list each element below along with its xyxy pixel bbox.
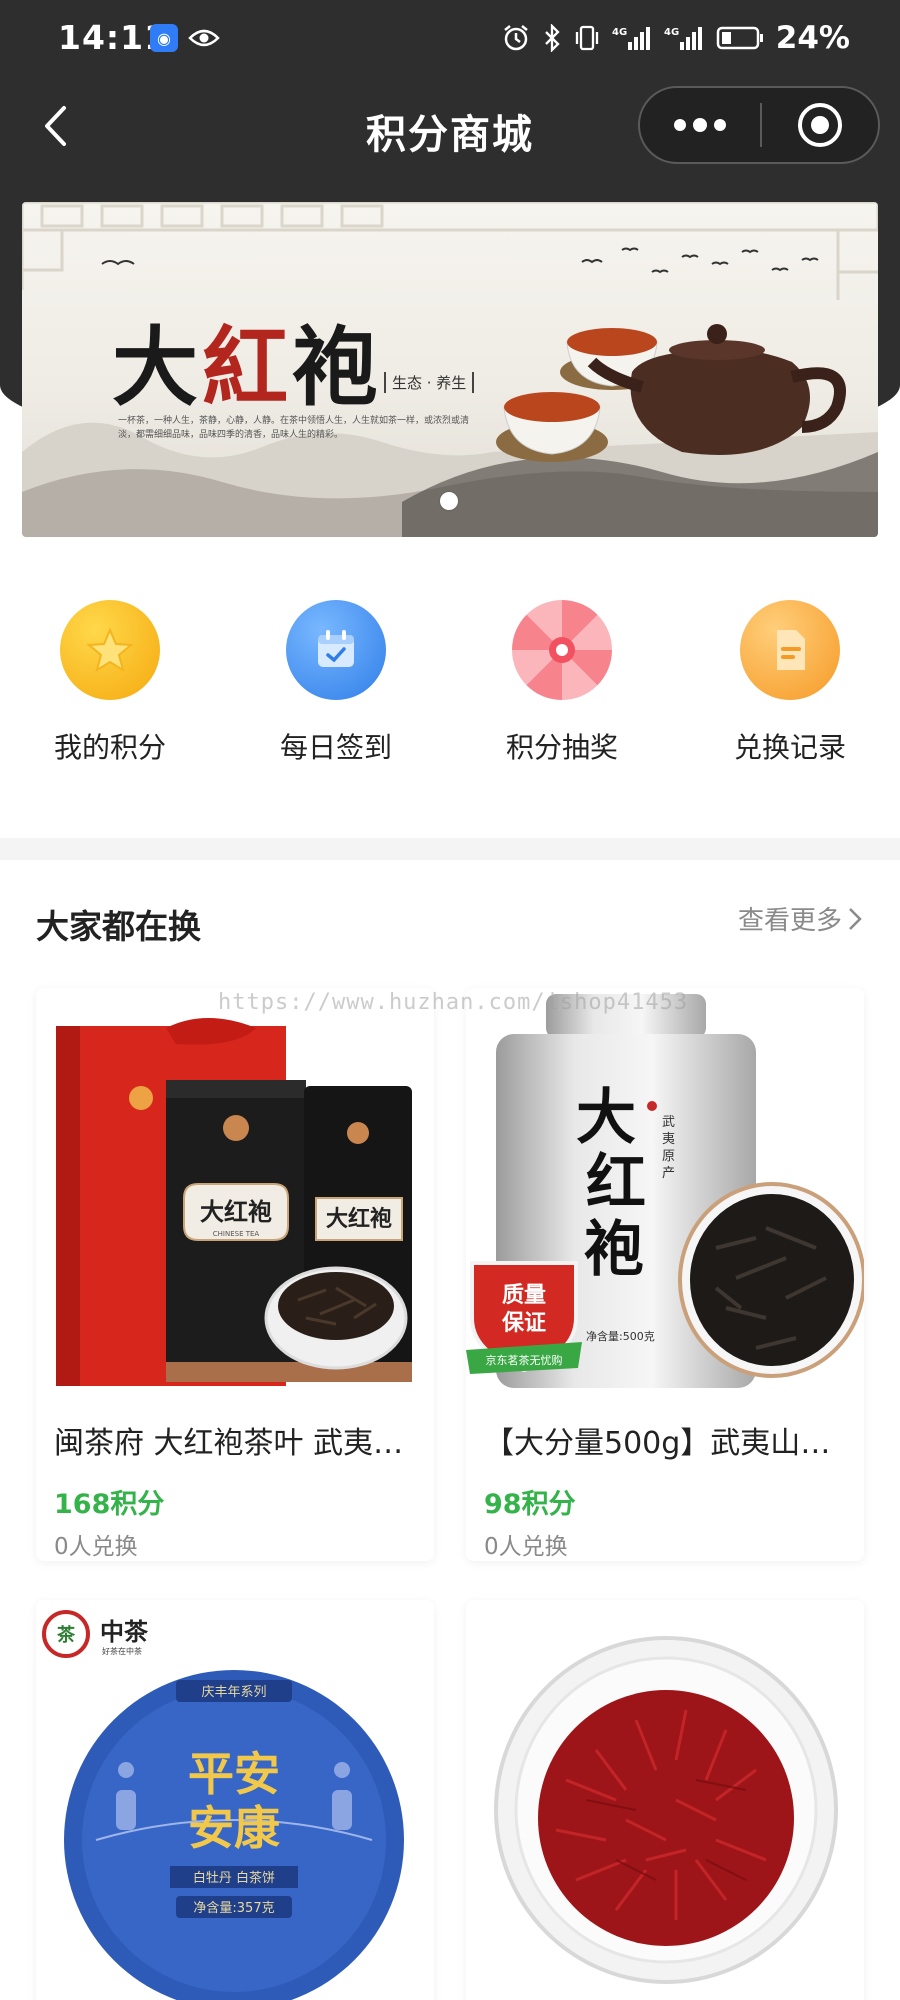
- cake-net-weight: 净含量:357克: [193, 1900, 274, 1916]
- product-points: 98积分: [484, 1489, 576, 1520]
- saffron-in-glass-bowl-image: [494, 1636, 838, 1984]
- exchange-records-button[interactable]: 兑换记录: [690, 600, 890, 766]
- status-left-icons: ◉: [150, 24, 220, 52]
- svg-text:产: 产: [662, 1166, 675, 1181]
- signal-4g-2-icon: 4G: [664, 27, 702, 50]
- product-card[interactable]: 茶 中茶 好茶在中茶 庆丰年系列 平安 安康 白牡丹 白茶饼 净含量:357克: [36, 1600, 434, 2000]
- star-icon: [60, 600, 160, 700]
- points-lottery-button[interactable]: 积分抽奖: [462, 600, 662, 766]
- cake-title-line2: 安康: [188, 1801, 280, 1855]
- product-card[interactable]: 大红袍 CHINESE TEA 大红袍 闽茶府 大红袍茶叶 武夷山岩茶 168积…: [36, 988, 434, 1561]
- tin-label: 大红袍: [200, 1197, 272, 1226]
- battery-icon: [716, 26, 763, 50]
- banner-title-char-3: 袍: [292, 317, 382, 418]
- status-right-icons: 4G 4G 24%: [502, 20, 850, 56]
- chevron-right-icon: [849, 907, 862, 930]
- see-more-label: 查看更多: [737, 906, 842, 936]
- quick-label-exchange-records: 兑换记录: [733, 731, 846, 764]
- silver-title-char-2: 红: [586, 1148, 646, 1218]
- product-exchange-count: 0人兑换: [484, 1534, 568, 1560]
- product-image: 大 红 袍 武 夷 原 产 净含量:500克 质量 保证 京东茗茶无忧购: [466, 988, 864, 1398]
- product-card[interactable]: [466, 1600, 864, 2000]
- svg-text:茶: 茶: [57, 1624, 76, 1646]
- calendar-check-icon: [286, 600, 386, 700]
- more-button[interactable]: [640, 88, 760, 162]
- brand-logo: 中茶: [100, 1618, 149, 1646]
- my-points-button[interactable]: 我的积分: [10, 600, 210, 766]
- signal-4g-icon: 4G: [612, 27, 650, 50]
- svg-text:4G: 4G: [612, 27, 627, 38]
- silver-title-char-3: 袍: [584, 1215, 644, 1285]
- quick-label-my-points: 我的积分: [53, 731, 166, 764]
- svg-text:4G: 4G: [664, 27, 679, 38]
- bluetooth-icon: [544, 24, 560, 52]
- miniapp-capsule: [638, 86, 880, 164]
- silver-tin-dahongpao-image: 大 红 袍 武 夷 原 产 净含量:500克 质量 保证 京东茗茶无忧购: [466, 994, 864, 1388]
- tin-label-2: 大红袍: [326, 1206, 392, 1232]
- carousel-indicator-dot[interactable]: [440, 492, 458, 510]
- quick-label-points-lottery: 积分抽奖: [505, 731, 618, 764]
- banner-carousel[interactable]: 大紅袍 生态 · 养生 一杯茶，一种人生，茶静，心静，人静。在茶中领悟人生，人生…: [22, 202, 878, 537]
- lottery-wheel-icon: [512, 600, 612, 700]
- cake-title-line1: 平安: [188, 1747, 280, 1801]
- banner-title: 大紅袍: [112, 297, 382, 422]
- product-image: [466, 1600, 864, 2000]
- vibrate-icon: [575, 25, 598, 51]
- svg-text:夷: 夷: [662, 1131, 675, 1147]
- banner-tag: 生态 · 养生: [384, 372, 475, 393]
- silver-title-char-1: 大: [576, 1083, 636, 1153]
- zhongcha-white-tea-cake-image: 茶 中茶 好茶在中茶 庆丰年系列 平安 安康 白牡丹 白茶饼 净含量:357克: [42, 1610, 404, 2000]
- silver-net-weight: 净含量:500克: [586, 1329, 655, 1343]
- product-points: 168积分: [54, 1489, 165, 1520]
- page: 14:11 ◉ 4G 4G 24% 积分商城 大紅袍 生态 · 养生 一杯茶，一…: [0, 0, 900, 2000]
- quality-badge-line1: 质量: [502, 1283, 546, 1308]
- banner-title-char-2: 紅: [202, 317, 292, 418]
- product-image: 大红袍 CHINESE TEA 大红袍: [36, 988, 434, 1398]
- nav-bar: 积分商城: [0, 80, 900, 175]
- see-more-link[interactable]: 查看更多: [738, 900, 862, 937]
- status-bar: 14:11 ◉ 4G 4G 24%: [0, 0, 900, 78]
- target-close-icon: [798, 103, 842, 147]
- product-exchange-count: 0人兑换: [54, 1534, 138, 1560]
- banner-description: 一杯茶，一种人生，茶静，心静，人静。在茶中领悟人生，人生就如茶一样，或浓烈或清淡…: [118, 416, 470, 440]
- product-name: 【大分量500g】武夷山大红袍: [484, 1426, 846, 1461]
- more-dots-icon: [674, 118, 726, 132]
- alarm-icon: [504, 25, 528, 51]
- app-notification-icon: ◉: [150, 24, 178, 52]
- product-image: 茶 中茶 好茶在中茶 庆丰年系列 平安 安康 白牡丹 白茶饼 净含量:357克: [36, 1600, 434, 2000]
- document-icon: [740, 600, 840, 700]
- svg-text:武: 武: [662, 1115, 675, 1130]
- watermark-text: https://www.huzhan.com/ishop41453: [218, 990, 689, 1015]
- eye-icon: [188, 29, 220, 47]
- product-name: 闽茶府 大红袍茶叶 武夷山岩茶: [54, 1426, 416, 1461]
- cake-series: 庆丰年系列: [201, 1685, 266, 1700]
- daily-checkin-button[interactable]: 每日签到: [236, 600, 436, 766]
- quality-badge-line2: 保证: [501, 1311, 546, 1336]
- quick-label-daily-checkin: 每日签到: [279, 731, 392, 764]
- section-divider: [0, 838, 900, 860]
- red-gift-box-tea-tins-image: 大红袍 CHINESE TEA 大红袍: [56, 1018, 412, 1386]
- close-miniapp-button[interactable]: [762, 88, 878, 162]
- battery-percent: 24%: [775, 20, 850, 56]
- quality-ribbon: 京东茗茶无忧购: [486, 1353, 563, 1367]
- banner-title-char-1: 大: [112, 317, 202, 418]
- cake-type: 白牡丹 白茶饼: [193, 1870, 275, 1886]
- section-title: 大家都在换: [36, 907, 201, 946]
- tin-sub-label: CHINESE TEA: [213, 1230, 260, 1238]
- svg-text:原: 原: [662, 1149, 675, 1164]
- brand-logo-sub: 好茶在中茶: [102, 1646, 142, 1656]
- product-card[interactable]: 大 红 袍 武 夷 原 产 净含量:500克 质量 保证 京东茗茶无忧购 【大分…: [466, 988, 864, 1561]
- quick-menu: 我的积分 每日签到 积分抽奖 兑换记录: [0, 600, 900, 790]
